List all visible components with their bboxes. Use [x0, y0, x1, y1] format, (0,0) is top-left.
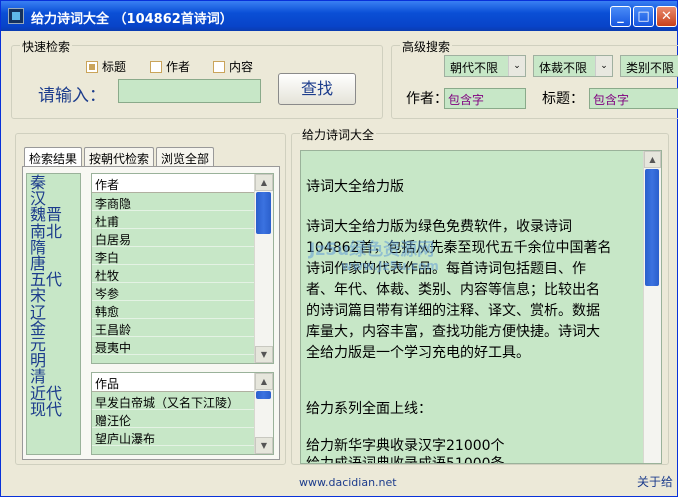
scroll-up-icon[interactable]: ▲	[644, 151, 661, 168]
author-list-header: 作者	[92, 174, 273, 193]
advanced-search-group: 高级搜索 朝代不限 ⌄ 体裁不限 ⌄ 类别不限 作者： 包含字 标题： 包含字	[391, 38, 678, 119]
dynasty-list: 秦 汉 魏晋 南北 隋 唐 五代 宋 辽 金 元 明 清 近代 现代	[26, 173, 81, 455]
site-link[interactable]: www.dacidian.net	[299, 476, 397, 489]
dynasty-select[interactable]: 朝代不限 ⌄	[444, 55, 526, 77]
works-list-header: 作品	[92, 373, 273, 392]
poem-text-area[interactable]: 诗词大全给力版 诗词大全给力版为绿色免费软件，收录诗词 104862首，包括从先…	[300, 150, 662, 464]
author-scrollbar[interactable]: ▲ ▼	[254, 174, 273, 363]
list-item[interactable]: 韩愈	[92, 301, 273, 319]
author-list: 作者 李商隐 杜甫 白居易 李白 杜牧 岑参 韩愈 王昌龄 聂夷中 ▲ ▼	[91, 173, 274, 364]
checkbox-icon[interactable]	[86, 60, 98, 73]
minimize-button[interactable]: _	[610, 6, 631, 27]
scroll-thumb[interactable]	[256, 391, 271, 399]
checkbox-icon[interactable]	[213, 60, 225, 73]
list-item[interactable]: 杜牧	[92, 265, 273, 283]
list-item[interactable]: 赠汪伦	[92, 410, 273, 428]
content-line: 给力系列全面上线：	[306, 401, 432, 417]
option-content-label: 内容	[229, 60, 254, 74]
scroll-thumb[interactable]	[256, 192, 271, 234]
results-group: 检索结果 按朝代检索 浏览全部 秦 汉 魏晋 南北 隋 唐 五代 宋 辽 金 元…	[15, 133, 286, 465]
list-item[interactable]: 李商隐	[92, 193, 273, 211]
advanced-search-label: 高级搜索	[400, 38, 453, 55]
category-select[interactable]: 类别不限	[620, 55, 678, 77]
content-group-label: 给力诗词大全	[300, 126, 377, 143]
author-field-label: 作者：	[406, 91, 448, 107]
window-title: 给力诗词大全 （104862首诗词）	[31, 12, 233, 27]
chevron-down-icon[interactable]: ⌄	[595, 56, 612, 76]
list-item[interactable]: 杜甫	[92, 211, 273, 229]
dynasty-select-value: 朝代不限	[450, 61, 499, 75]
tab-panel: 秦 汉 魏晋 南北 隋 唐 五代 宋 辽 金 元 明 清 近代 现代 作者 李商…	[22, 166, 280, 460]
option-title[interactable]: 标题	[86, 58, 126, 75]
list-item[interactable]: 早发白帝城（又名下江陵）	[92, 392, 273, 410]
content-line: 的诗词篇目带有详细的注释、译文、赏析。数据	[306, 303, 600, 319]
option-content[interactable]: 内容	[213, 58, 253, 75]
watermark-main: Jz5u绿色资源网	[309, 240, 435, 260]
content-line: 全给力版是一个学习充电的好工具。	[306, 345, 530, 361]
scroll-down-icon[interactable]: ▼	[255, 437, 273, 454]
content-line: 库量大，内容丰富，查找功能方便快捷。诗词大	[306, 324, 600, 340]
works-list: 作品 早发白帝城（又名下江陵） 赠汪伦 望庐山瀑布 ▲ ▼	[91, 372, 274, 455]
search-input[interactable]	[118, 79, 261, 103]
genre-select[interactable]: 体裁不限 ⌄	[533, 55, 613, 77]
option-title-label: 标题	[102, 60, 127, 74]
chevron-down-icon[interactable]: ⌄	[508, 56, 525, 76]
scroll-thumb[interactable]	[645, 169, 659, 286]
scroll-up-icon[interactable]: ▲	[255, 174, 273, 191]
quick-search-group: 快速检索 标题 作者 内容 请输入： 查找	[11, 38, 383, 119]
content-line: 诗词大全给力版	[306, 179, 404, 195]
search-button[interactable]: 查找	[278, 73, 356, 105]
maximize-button[interactable]: □	[633, 6, 654, 27]
watermark-sub: www.Jz5u.com	[341, 259, 439, 273]
quick-search-label: 快速检索	[20, 38, 73, 55]
content-line: 给力成语词典收录成语51000条	[306, 456, 505, 464]
works-scrollbar[interactable]: ▲ ▼	[254, 373, 273, 454]
option-author[interactable]: 作者	[150, 58, 190, 75]
scroll-up-icon[interactable]: ▲	[255, 373, 273, 390]
option-author-label: 作者	[166, 60, 191, 74]
checkbox-icon[interactable]	[150, 60, 162, 73]
main-window: 给力诗词大全 （104862首诗词） _ □ ✕ 快速检索 标题 作者 内容 请…	[0, 0, 678, 497]
list-item[interactable]: 聂夷中	[92, 337, 273, 355]
author-field[interactable]: 包含字	[444, 88, 526, 109]
content-line: 给力新华字典收录汉字21000个	[306, 438, 505, 454]
list-item[interactable]: 岑参	[92, 283, 273, 301]
list-item[interactable]: 王昌龄	[92, 319, 273, 337]
close-button[interactable]: ✕	[656, 6, 677, 27]
category-select-value: 类别不限	[626, 61, 675, 75]
content-scrollbar[interactable]: ▲	[643, 151, 661, 463]
genre-select-value: 体裁不限	[539, 61, 588, 75]
input-label: 请输入：	[38, 86, 106, 106]
dynasty-item[interactable]: 现代	[30, 401, 77, 418]
title-bar[interactable]: 给力诗词大全 （104862首诗词） _ □ ✕	[1, 1, 677, 31]
content-line: 者、年代、体裁、类别、内容等信息；比较出名	[306, 282, 600, 298]
content-group: 给力诗词大全 诗词大全给力版 诗词大全给力版为绿色免费软件，收录诗词 10486…	[291, 126, 669, 465]
list-item[interactable]: 李白	[92, 247, 273, 265]
list-item[interactable]: 望庐山瀑布	[92, 428, 273, 446]
content-line: 诗词大全给力版为绿色免费软件，收录诗词	[306, 219, 572, 235]
about-link[interactable]: 关于给	[637, 473, 673, 490]
title-field-label: 标题：	[542, 91, 584, 107]
scroll-down-icon[interactable]: ▼	[255, 346, 273, 363]
app-icon	[8, 8, 24, 24]
list-item[interactable]: 白居易	[92, 229, 273, 247]
title-field[interactable]: 包含字	[589, 88, 678, 109]
